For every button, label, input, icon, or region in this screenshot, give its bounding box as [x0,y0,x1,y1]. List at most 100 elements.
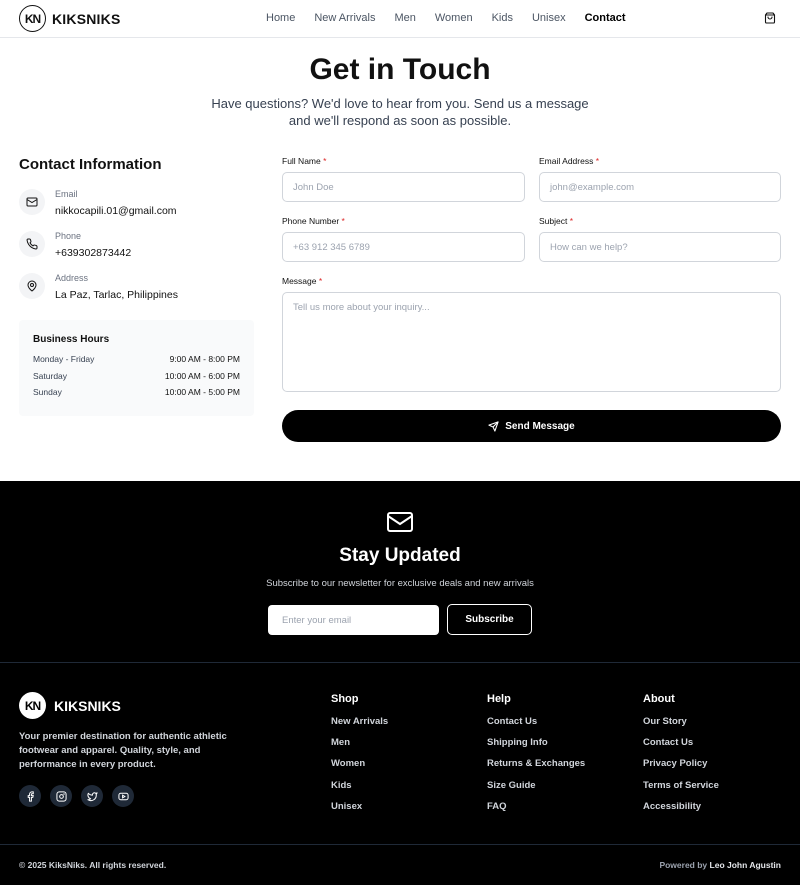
contact-address: Address La Paz, Tarlac, Philippines [19,272,178,301]
powered-by-author[interactable]: Leo John Agustin [710,860,781,870]
required-mark: * [323,156,327,166]
footer-link[interactable]: Returns & Exchanges [487,758,585,779]
footer-link[interactable]: Size Guide [487,780,585,801]
footer-link[interactable]: Privacy Policy [643,758,719,779]
contact-address-value: La Paz, Tarlac, Philippines [55,289,178,301]
footer-link[interactable]: Shipping Info [487,737,585,758]
contact-phone-label: Phone [55,231,82,241]
footer-link[interactable]: Our Story [643,716,719,737]
phone-icon [19,231,45,257]
phone-label-text: Phone Number [282,216,340,226]
hours-row: Saturday 10:00 AM - 6:00 PM [33,371,240,388]
footer-link[interactable]: Terms of Service [643,780,719,801]
divider [0,844,800,845]
hours-row: Sunday 10:00 AM - 5:00 PM [33,387,240,404]
hours-time: 10:00 AM - 5:00 PM [164,387,240,397]
twitter-icon[interactable] [81,785,103,807]
email-input[interactable]: john@example.com [539,172,781,202]
footer-link[interactable]: Unisex [331,801,388,822]
hours-day: Saturday [33,370,68,381]
footer-logo[interactable]: KN KIKSNIKS [19,692,121,719]
nav-link-men[interactable]: Men [394,12,415,24]
youtube-icon[interactable] [112,785,134,807]
footer-column-title: About [643,693,675,705]
contact-phone: Phone +639302873442 [19,230,131,259]
map-pin-icon [19,273,45,299]
brand-logo[interactable]: KN KIKSNIKS [19,5,121,32]
hours-time: 9:00 AM - 8:00 PM [169,354,240,364]
subscribe-button[interactable]: Subscribe [447,604,532,635]
nav-link-new-arrivals[interactable]: New Arrivals [314,12,375,24]
business-hours-card: Business Hours Monday - Friday 9:00 AM -… [19,320,254,416]
footer-column-help: Help Contact Us Shipping Info Returns & … [487,693,585,822]
message-label: Message * [282,276,322,286]
footer-link[interactable]: Accessibility [643,801,719,822]
send-icon [488,420,499,432]
footer-brand-name: KIKSNIKS [54,697,121,714]
subject-label: Subject * [539,216,573,226]
nav-links: Home New Arrivals Men Women Kids Unisex … [266,12,626,24]
subject-input[interactable]: How can we help? [539,232,781,262]
logo-mark: KN [19,5,46,32]
footer-section [0,481,800,885]
contact-email-label: Email [55,189,78,199]
send-message-label: Send Message [505,420,575,432]
hours-row: Monday - Friday 9:00 AM - 8:00 PM [33,354,240,371]
footer-link[interactable]: Women [331,758,388,779]
email-label-text: Email Address [539,156,594,166]
footer-link[interactable]: Men [331,737,388,758]
footer-link[interactable]: FAQ [487,801,585,822]
contact-email-value: nikkocapili.01@gmail.com [55,205,177,217]
nav-link-women[interactable]: Women [435,12,473,24]
footer-link[interactable]: Contact Us [643,737,719,758]
send-message-button[interactable]: Send Message [282,410,781,442]
footer-column-title: Shop [331,693,359,705]
footer-column-title: Help [487,693,511,705]
contact-info-title: Contact Information [19,156,162,173]
powered-by: Powered by Leo John Agustin [659,860,781,870]
message-label-text: Message [282,276,317,286]
hours-day: Monday - Friday [33,354,95,364]
full-name-input[interactable]: John Doe [282,172,525,202]
powered-by-prefix: Powered by [659,860,708,870]
cart-icon[interactable] [764,12,776,24]
phone-input[interactable]: +63 912 345 6789 [282,232,525,262]
footer-link[interactable]: New Arrivals [331,716,388,737]
hours-time: 10:00 AM - 6:00 PM [164,370,240,381]
footer-description: Your premier destination for authentic a… [19,731,227,771]
contact-email: Email nikkocapili.01@gmail.com [19,188,177,217]
newsletter-email-input[interactable]: Enter your email [268,605,439,635]
newsletter-subtitle: Subscribe to our newsletter for exclusiv… [266,578,534,589]
nav-link-kids[interactable]: Kids [492,12,513,24]
hours-day: Sunday [33,387,62,397]
divider [0,662,800,663]
mail-icon [19,189,45,215]
nav-link-unisex[interactable]: Unisex [532,12,566,24]
phone-label: Phone Number * [282,216,345,226]
required-mark: * [595,156,600,166]
social-links [19,785,134,807]
nav-link-home[interactable]: Home [266,12,295,24]
copyright-text: © 2025 KiksNiks. All rights reserved. [19,860,167,870]
required-mark: * [341,216,345,226]
brand-name: KIKSNIKS [52,10,121,27]
mail-icon [387,512,413,532]
footer-column-shop: Shop New Arrivals Men Women Kids Unisex [331,693,388,822]
footer-link[interactable]: Kids [331,780,388,801]
full-name-label-text: Full Name [282,156,321,166]
facebook-icon[interactable] [19,785,41,807]
contact-phone-value: +639302873442 [55,247,132,259]
email-label: Email Address * [539,156,599,166]
message-textarea[interactable]: Tell us more about your inquiry... [282,292,781,392]
instagram-icon[interactable] [50,785,72,807]
footer-link[interactable]: Contact Us [487,716,585,737]
subject-label-text: Subject [539,216,568,226]
footer-column-about: About Our Story Contact Us Privacy Polic… [643,693,719,822]
page-subtitle: Have questions? We'd love to hear from y… [211,96,589,128]
required-mark: * [569,216,574,226]
footer-logo-mark: KN [19,692,46,719]
nav-link-contact[interactable]: Contact [585,12,626,24]
page-title: Get in Touch [309,53,491,86]
contact-address-label: Address [55,273,89,283]
required-mark: * [318,276,323,286]
